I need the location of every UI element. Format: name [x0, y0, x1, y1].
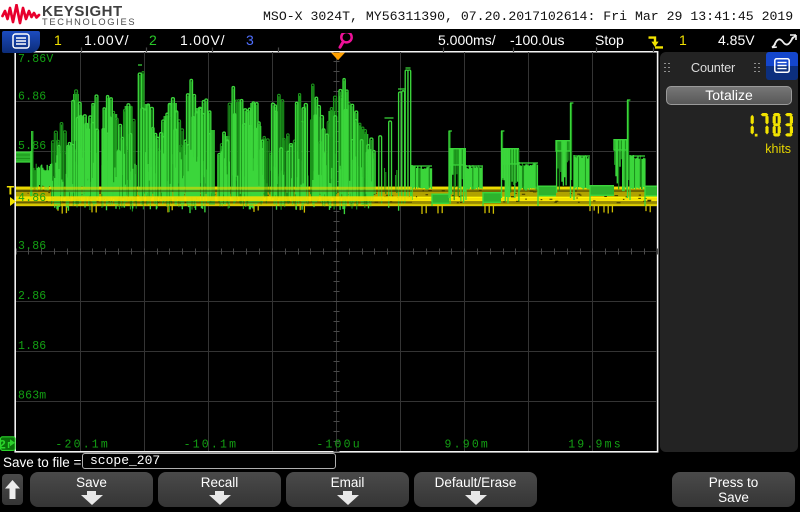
svg-text:3.86: 3.86: [18, 240, 46, 253]
svg-text:863m: 863m: [18, 390, 46, 403]
svg-text:2: 2: [0, 438, 6, 452]
svg-text:1.86: 1.86: [18, 340, 46, 353]
svg-text:7.86V: 7.86V: [18, 53, 54, 66]
svg-text:-100u: -100u: [316, 439, 362, 452]
svg-text:9.90m: 9.90m: [445, 439, 491, 452]
svg-text:6.86: 6.86: [18, 90, 46, 103]
svg-text:19.9ms: 19.9ms: [568, 439, 623, 452]
svg-text:T: T: [7, 184, 15, 199]
svg-text:4.86: 4.86: [18, 192, 46, 205]
svg-text:-10.1m: -10.1m: [184, 439, 239, 452]
svg-text:-20.1m: -20.1m: [55, 439, 110, 452]
svg-text:2.86: 2.86: [18, 290, 46, 303]
